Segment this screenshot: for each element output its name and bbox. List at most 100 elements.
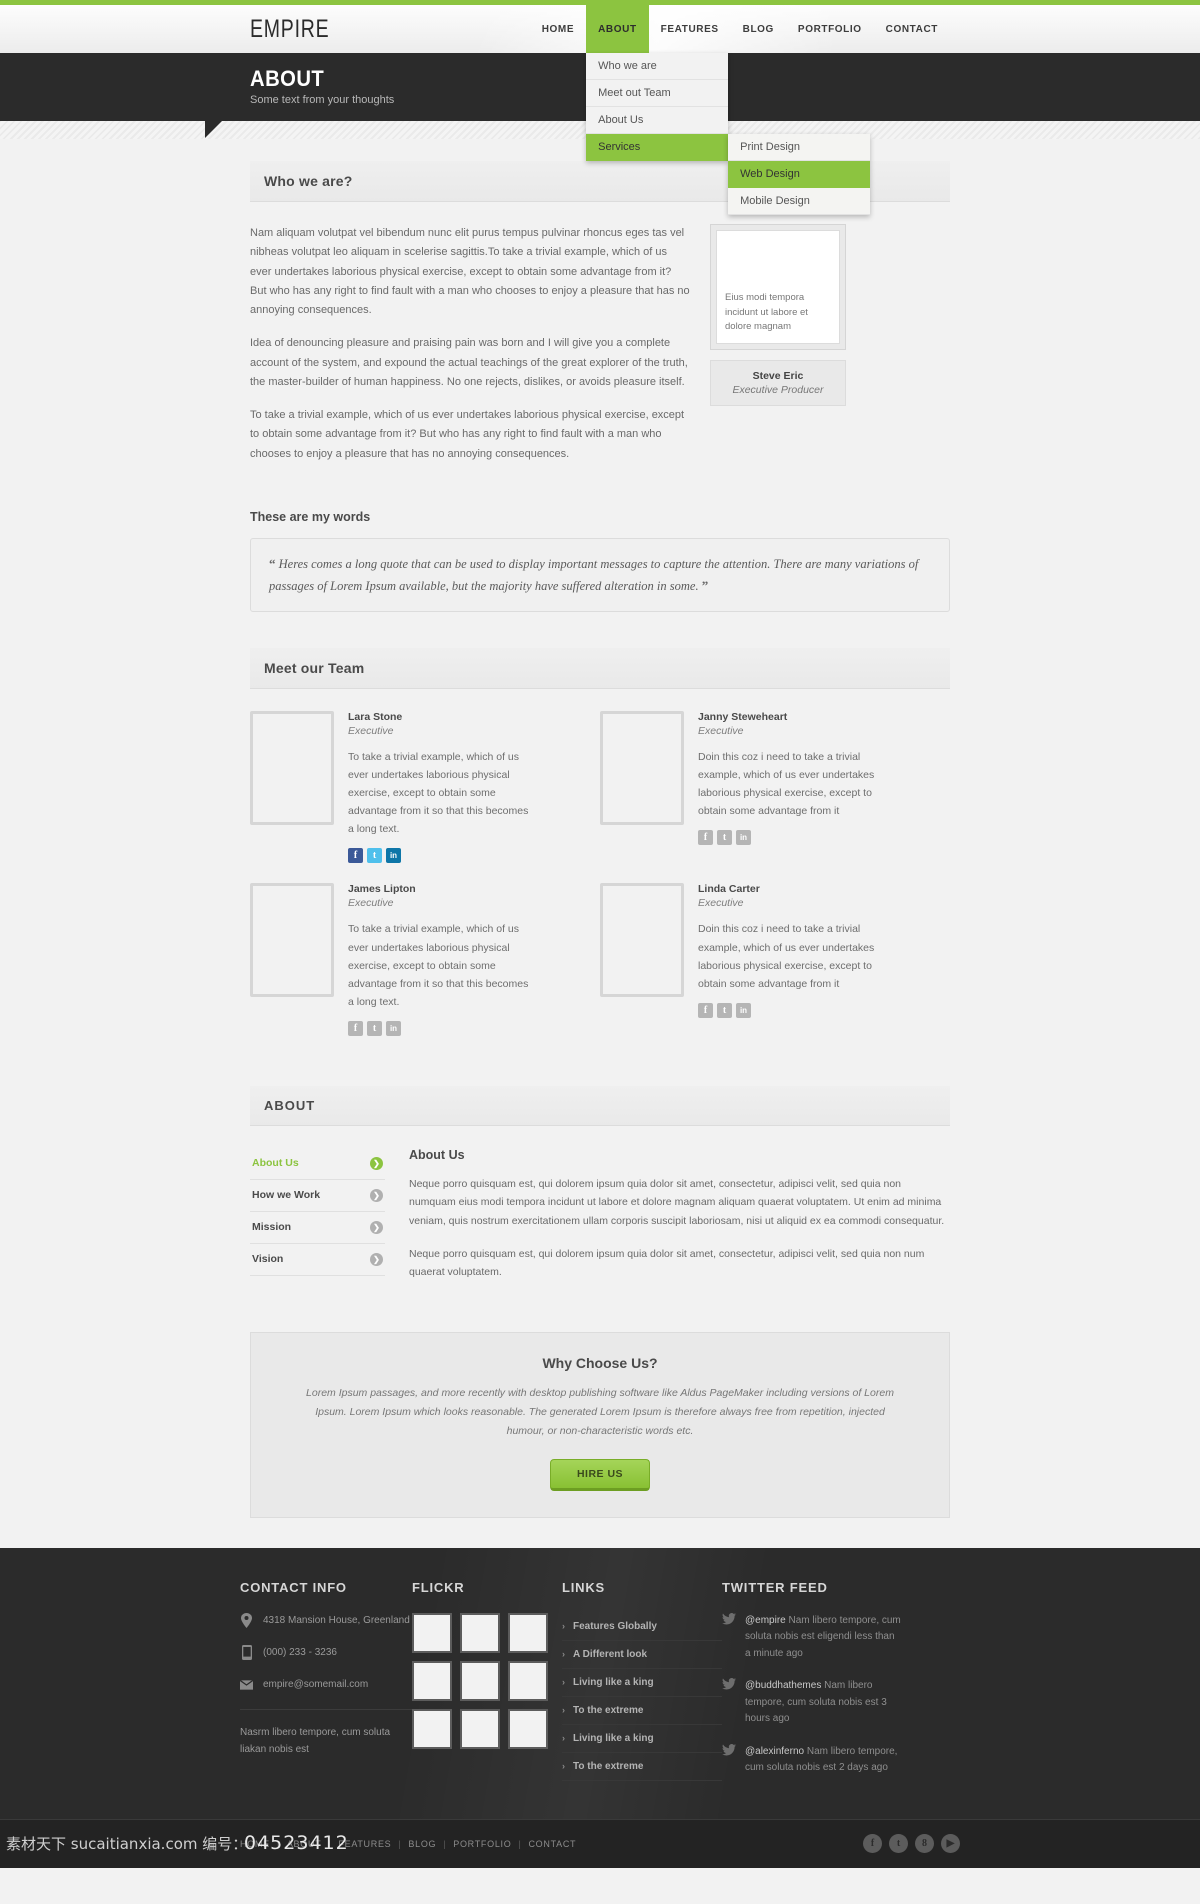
nav-link-blog[interactable]: BLOG <box>731 5 786 53</box>
linkedin-icon[interactable]: in <box>736 830 751 846</box>
linkedin-icon[interactable]: in <box>736 1002 751 1018</box>
bottom-nav-portfolio[interactable]: PORTFOLIO <box>453 1839 511 1849</box>
nav-link-contact[interactable]: CONTACT <box>874 5 950 53</box>
facebook-icon[interactable]: f <box>863 1834 882 1854</box>
footer-link[interactable]: › To the extreme <box>562 1753 722 1781</box>
profile-thumbnail-frame: Eius modi tempora incidunt ut labore et … <box>710 224 846 350</box>
tab-label: Mission <box>252 1221 292 1234</box>
footer-link[interactable]: › Living like a king <box>562 1725 722 1753</box>
tweet-handle[interactable]: @empire <box>745 1615 786 1626</box>
nav-link-features[interactable]: FEATURES <box>649 5 731 53</box>
contact-email[interactable]: empire@somemail.com <box>263 1679 368 1690</box>
tweet-handle[interactable]: @alexinferno <box>745 1746 804 1757</box>
footer-note: Nasrm libero tempore, cum soluta liakan … <box>240 1726 391 1755</box>
author-name: Steve Eric <box>752 370 804 382</box>
flickr-thumbnail[interactable] <box>508 1660 548 1701</box>
nav-separator: | <box>276 1838 280 1849</box>
twitter-icon[interactable]: t <box>717 1002 732 1018</box>
footer-bottom-nav: HOME | ABOUT | FEATURES | BLOG | PORTFOL… <box>240 1839 576 1849</box>
nav-item-home[interactable]: HOME <box>530 5 586 53</box>
tab-how-we-work[interactable]: How we Work ❯ <box>250 1180 385 1212</box>
team-grid: Lara Stone Executive To take a trivial e… <box>250 711 950 1055</box>
flickr-thumbnail[interactable] <box>508 1708 548 1749</box>
submenu-item-web-design[interactable]: Web Design <box>728 161 871 188</box>
tweet-handle[interactable]: @buddhathemes <box>745 1680 821 1691</box>
google-plus-icon[interactable]: 8 <box>915 1834 934 1854</box>
footer-link-label: Living like a king <box>573 1676 654 1688</box>
twitter-icon[interactable]: t <box>367 1020 382 1036</box>
facebook-icon[interactable]: f <box>698 1002 713 1018</box>
nav-separator: | <box>328 1838 332 1849</box>
contact-phone: (000) 233 - 3236 <box>263 1647 337 1659</box>
nav-item-about[interactable]: ABOUT Who we are Meet out Team About Us … <box>586 5 871 215</box>
dropdown-link-who-we-are[interactable]: Who we are <box>586 53 729 80</box>
dropdown-item-about-us[interactable]: About Us <box>586 107 729 134</box>
dropdown-item-services[interactable]: Services Print Design Web Design Mobile … <box>586 134 871 215</box>
bottom-nav-about[interactable]: ABOUT <box>287 1839 322 1849</box>
linkedin-icon[interactable]: in <box>386 848 401 864</box>
flickr-thumbnail[interactable] <box>412 1660 452 1701</box>
twitter-icon[interactable]: t <box>889 1834 908 1854</box>
dropdown-item-who-we-are[interactable]: Who we are <box>586 53 729 80</box>
nav-link-portfolio[interactable]: PORTFOLIO <box>786 5 874 53</box>
nav-item-contact[interactable]: CONTACT <box>874 5 950 53</box>
bottom-nav-contact[interactable]: CONTACT <box>528 1839 576 1849</box>
who-paragraph-1: Nam aliquam volutpat vel bibendum nunc e… <box>250 227 690 316</box>
flickr-thumbnail[interactable] <box>508 1612 548 1653</box>
flickr-thumbnail[interactable] <box>460 1612 500 1653</box>
who-paragraph-2: Idea of denouncing pleasure and praising… <box>250 337 688 388</box>
who-we-are-sidebar: Eius modi tempora incidunt ut labore et … <box>710 224 846 478</box>
footer-link[interactable]: › A Different look <box>562 1641 722 1669</box>
flickr-thumbnail[interactable] <box>412 1612 452 1653</box>
bottom-nav-home[interactable]: HOME <box>240 1839 270 1849</box>
flickr-thumbnail[interactable] <box>460 1660 500 1701</box>
chevron-right-icon: ❯ <box>370 1220 383 1234</box>
cta-title: Why Choose Us? <box>542 1355 658 1372</box>
nav-item-portfolio[interactable]: PORTFOLIO <box>786 5 874 53</box>
youtube-icon[interactable]: ▶ <box>941 1834 960 1854</box>
envelope-icon <box>240 1677 253 1693</box>
tab-vision[interactable]: Vision ❯ <box>250 1244 385 1276</box>
bottom-nav-features[interactable]: FEATURES <box>338 1839 391 1849</box>
submenu-link-web-design[interactable]: Web Design <box>728 161 871 188</box>
dropdown-link-services[interactable]: Services <box>586 134 729 161</box>
twitter-icon[interactable]: t <box>717 830 732 846</box>
linkedin-icon[interactable]: in <box>386 1020 401 1036</box>
twitter-bird-icon <box>722 1612 736 1663</box>
main-content-area: Who we are? Nam aliquam volutpat vel bib… <box>0 139 1200 1548</box>
nav-link-home[interactable]: HOME <box>530 5 586 53</box>
dropdown-item-meet-out-team[interactable]: Meet out Team <box>586 80 729 107</box>
submenu-item-mobile-design[interactable]: Mobile Design <box>728 188 871 215</box>
nav-item-blog[interactable]: BLOG <box>731 5 786 53</box>
tab-about-us[interactable]: About Us ❯ <box>250 1148 385 1180</box>
team-member: Linda Carter Executive Doin this coz i n… <box>600 883 950 1035</box>
nav-item-features[interactable]: FEATURES <box>649 5 731 53</box>
bottom-nav-blog[interactable]: BLOG <box>408 1839 436 1849</box>
member-socials: f t in <box>698 830 886 846</box>
flickr-thumbnail-grid <box>412 1612 550 1749</box>
hire-us-button[interactable]: HIRE US <box>549 1458 651 1491</box>
twitter-icon[interactable]: t <box>367 848 382 864</box>
site-logo[interactable]: EMPIRE <box>250 15 329 44</box>
tab-mission[interactable]: Mission ❯ <box>250 1212 385 1244</box>
footer-link[interactable]: › Features Globally <box>562 1613 722 1641</box>
facebook-icon[interactable]: f <box>698 830 713 846</box>
submenu-link-print-design[interactable]: Print Design <box>728 134 871 161</box>
submenu-link-mobile-design[interactable]: Mobile Design <box>728 188 871 215</box>
facebook-icon[interactable]: f <box>348 848 363 864</box>
footer-link[interactable]: › Living like a king <box>562 1669 722 1697</box>
cta-text: Lorem Ipsum passages, and more recently … <box>306 1387 894 1437</box>
dropdown-link-meet-out-team[interactable]: Meet out Team <box>586 80 729 107</box>
nav-separator: | <box>518 1838 522 1849</box>
flickr-thumbnail[interactable] <box>460 1708 500 1749</box>
footer-link[interactable]: › To the extreme <box>562 1697 722 1725</box>
member-name: Linda Carter <box>698 883 760 896</box>
dropdown-link-about-us[interactable]: About Us <box>586 107 729 134</box>
nav-link-about[interactable]: ABOUT <box>586 5 649 53</box>
facebook-icon[interactable]: f <box>348 1020 363 1036</box>
member-photo <box>250 711 334 826</box>
flickr-thumbnail[interactable] <box>412 1708 452 1749</box>
site-footer: CONTACT INFO 4318 Mansion House, Greenla… <box>0 1547 1200 1819</box>
submenu-item-print-design[interactable]: Print Design <box>728 134 871 161</box>
about-tab-list: About Us ❯ How we Work ❯ Mission ❯ Visio… <box>250 1148 385 1296</box>
